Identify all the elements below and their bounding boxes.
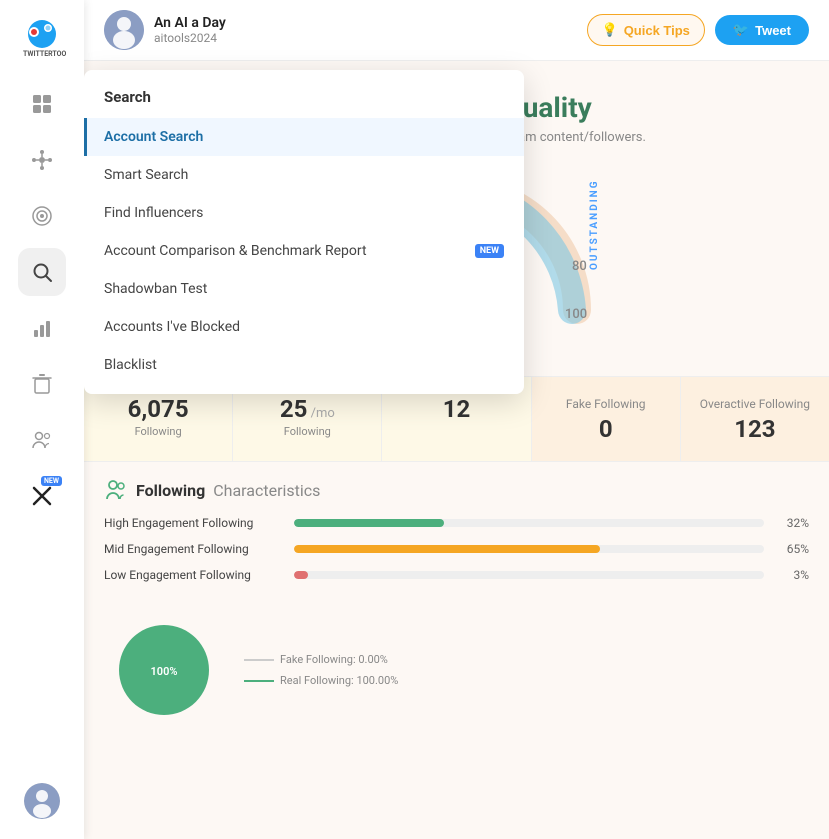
bar-pct-low: 3%	[774, 568, 809, 582]
dropdown-item-blacklist[interactable]: Blacklist	[84, 346, 524, 384]
fake-following-value: 0	[542, 415, 670, 443]
quick-tips-label: Quick Tips	[624, 23, 690, 38]
sidebar: TWITTERTOOL	[0, 0, 84, 839]
new-badge: NEW	[41, 476, 62, 486]
svg-text:TWITTERTOOL: TWITTERTOOL	[23, 50, 66, 58]
bar-label-low: Low Engagement Following	[104, 568, 284, 582]
logo: TWITTERTOOL	[16, 12, 68, 64]
following-icon	[104, 478, 128, 502]
sidebar-item-dashboard[interactable]	[18, 80, 66, 128]
sidebar-item-search[interactable]	[18, 248, 66, 296]
bar-track-high	[294, 519, 764, 527]
quick-tips-button[interactable]: 💡 Quick Tips	[587, 14, 705, 46]
bar-pct-high: 32%	[774, 516, 809, 530]
pie-chart-section: 100% Fake Following: 0.00% Real Followin…	[84, 610, 829, 730]
bar-track-mid	[294, 545, 764, 553]
svg-text:80: 80	[572, 259, 587, 274]
legend-real: Real Following: 100.00%	[244, 674, 398, 687]
overactive-following-label: Overactive Following	[691, 397, 819, 411]
dropdown-item-benchmark-label: Account Comparison & Benchmark Report	[104, 243, 367, 259]
bar-pct-mid: 65%	[774, 542, 809, 556]
following-characteristics-text: Characteristics	[213, 481, 320, 500]
dropdown-item-find-influencers-label: Find Influencers	[104, 205, 203, 221]
dropdown-item-smart-search-label: Smart Search	[104, 167, 188, 183]
dropdown-item-shadowban-label: Shadowban Test	[104, 281, 207, 297]
stat-value-12: 12	[392, 395, 520, 423]
dropdown-item-smart-search[interactable]: Smart Search	[84, 156, 524, 194]
quick-tips-icon: 💡	[602, 22, 618, 38]
bar-label-mid: Mid Engagement Following	[104, 542, 284, 556]
svg-text:100%: 100%	[151, 665, 178, 678]
sidebar-item-twitter-x[interactable]: NEW	[18, 472, 66, 520]
twitter-icon: 🐦	[733, 22, 749, 38]
sidebar-item-network[interactable]	[18, 136, 66, 184]
bar-fill-high	[294, 519, 444, 527]
search-dropdown-title: Search	[84, 80, 524, 118]
svg-text:100: 100	[565, 307, 587, 322]
following-title-text: Following	[136, 481, 205, 500]
sidebar-item-stats[interactable]	[18, 304, 66, 352]
header-actions: 💡 Quick Tips 🐦 Tweet	[587, 14, 810, 46]
stat-value-following-mo: 25 /mo	[243, 395, 371, 423]
following-title: Following Characteristics	[104, 478, 809, 502]
search-dropdown[interactable]: Search Account Search Smart Search Find …	[84, 70, 524, 394]
dropdown-item-account-search[interactable]: Account Search	[84, 118, 524, 156]
dropdown-item-shadowban[interactable]: Shadowban Test	[84, 270, 524, 308]
stat-cell-overactive-following: Overactive Following 123	[681, 377, 829, 461]
profile-name: An AI a Day	[154, 15, 226, 31]
bar-fill-mid	[294, 545, 600, 553]
bar-row-mid-engagement: Mid Engagement Following 65%	[104, 542, 809, 556]
bar-label-high: High Engagement Following	[104, 516, 284, 530]
pie-legend: Fake Following: 0.00% Real Following: 10…	[244, 653, 398, 687]
dropdown-item-find-influencers[interactable]: Find Influencers	[84, 194, 524, 232]
svg-text:OUTSTANDING: OUTSTANDING	[589, 179, 600, 270]
profile-handle: aitools2024	[154, 31, 226, 45]
sidebar-item-target[interactable]	[18, 192, 66, 240]
fake-following-label: Fake Following	[542, 397, 670, 411]
sidebar-item-users[interactable]	[18, 416, 66, 464]
header-avatar	[104, 10, 144, 50]
user-avatar[interactable]	[24, 783, 60, 819]
overactive-following-value: 123	[691, 415, 819, 443]
bar-fill-low	[294, 571, 308, 579]
bar-row-low-engagement: Low Engagement Following 3%	[104, 568, 809, 582]
following-section: Following Characteristics High Engagemen…	[84, 462, 829, 610]
main-content: An AI a Day aitools2024 💡 Quick Tips 🐦 T…	[84, 0, 829, 839]
header: An AI a Day aitools2024 💡 Quick Tips 🐦 T…	[84, 0, 829, 61]
profile-info: An AI a Day aitools2024	[154, 15, 226, 45]
dropdown-item-blocked[interactable]: Accounts I've Blocked	[84, 308, 524, 346]
sidebar-item-delete[interactable]	[18, 360, 66, 408]
bar-row-high-engagement: High Engagement Following 32%	[104, 516, 809, 530]
dropdown-item-benchmark-report[interactable]: Account Comparison & Benchmark Report NE…	[84, 232, 524, 270]
bar-track-low	[294, 571, 764, 579]
profile-section: An AI a Day aitools2024	[104, 10, 226, 50]
tweet-button[interactable]: 🐦 Tweet	[715, 15, 809, 45]
pie-chart: 100%	[104, 610, 224, 730]
dropdown-item-blacklist-label: Blacklist	[104, 357, 157, 373]
stat-value-following-total: 6,075	[94, 395, 222, 423]
dropdown-item-blocked-label: Accounts I've Blocked	[104, 319, 240, 335]
stat-cell-fake-following: Fake Following 0	[532, 377, 681, 461]
new-tag-benchmark: NEW	[475, 244, 504, 258]
tweet-label: Tweet	[755, 23, 791, 38]
dropdown-item-account-search-label: Account Search	[104, 129, 203, 145]
legend-fake: Fake Following: 0.00%	[244, 653, 398, 666]
